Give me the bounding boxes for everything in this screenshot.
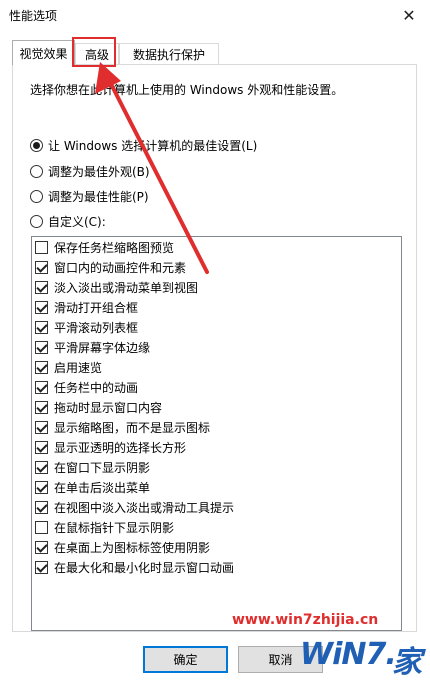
- checkbox[interactable]: [35, 420, 48, 434]
- checkbox[interactable]: [35, 240, 48, 254]
- tab-data-execution-prevention[interactable]: 数据执行保护: [119, 43, 219, 64]
- tab-label: 高级: [84, 47, 109, 62]
- radio-button[interactable]: [30, 164, 43, 178]
- option-label: 调整为最佳性能(P): [48, 189, 149, 204]
- item-label: 在窗口下显示阴影: [54, 460, 151, 475]
- checkbox[interactable]: [35, 340, 48, 354]
- radio-button[interactable]: [30, 189, 43, 203]
- item-label: 显示亚透明的选择长方形: [54, 440, 187, 455]
- checkbox[interactable]: [35, 300, 48, 314]
- checkbox[interactable]: [35, 500, 48, 514]
- option-best-performance[interactable]: 调整为最佳性能(P): [30, 187, 149, 205]
- logo-suffix: 家: [392, 645, 422, 680]
- list-item[interactable]: 平滑屏幕字体边缘: [35, 337, 150, 357]
- option-let-windows-choose[interactable]: 让 Windows 选择计算机的最佳设置(L): [30, 136, 257, 154]
- window-title: 性能选项: [9, 9, 58, 23]
- option-best-appearance[interactable]: 调整为最佳外观(B): [30, 162, 150, 180]
- watermark-url: www.win7zhijia.cn: [232, 612, 379, 628]
- tab-label: 数据执行保护: [132, 47, 205, 62]
- item-label: 淡入淡出或滑动菜单到视图: [54, 280, 199, 295]
- item-label: 在鼠标指针下显示阴影: [54, 520, 175, 535]
- checkbox[interactable]: [35, 440, 48, 454]
- list-item[interactable]: 在最大化和最小化时显示窗口动画: [35, 557, 234, 577]
- option-label: 调整为最佳外观(B): [48, 164, 150, 179]
- list-item[interactable]: 启用速览: [35, 357, 102, 377]
- checkbox[interactable]: [35, 260, 48, 274]
- title-bar: 性能选项 ✕: [0, 0, 430, 31]
- option-custom[interactable]: 自定义(C):: [30, 212, 106, 230]
- intro-text: 选择你想在此计算机上使用的 Windows 外观和性能设置。: [30, 83, 344, 97]
- item-label: 显示缩略图，而不是显示图标: [54, 420, 211, 435]
- item-label: 滑动打开组合框: [54, 300, 139, 315]
- list-item[interactable]: 在单击后淡出菜单: [35, 477, 150, 497]
- item-label: 窗口内的动画控件和元素: [54, 260, 187, 275]
- list-item[interactable]: 在鼠标指针下显示阴影: [35, 517, 174, 537]
- item-label: 在最大化和最小化时显示窗口动画: [54, 560, 235, 575]
- checkbox[interactable]: [35, 280, 48, 294]
- item-label: 启用速览: [54, 360, 103, 375]
- list-item[interactable]: 淡入淡出或滑动菜单到视图: [35, 277, 198, 297]
- radio-button[interactable]: [30, 214, 43, 228]
- item-label: 拖动时显示窗口内容: [54, 400, 163, 415]
- item-label: 任务栏中的动画: [54, 380, 139, 395]
- list-item[interactable]: 在视图中淡入淡出或滑动工具提示: [35, 497, 234, 517]
- checkbox[interactable]: [35, 400, 48, 414]
- list-item[interactable]: 平滑滚动列表框: [35, 317, 138, 337]
- close-icon: ✕: [402, 5, 416, 25]
- checkbox[interactable]: [35, 540, 48, 554]
- item-label: 在桌面上为图标标签使用阴影: [54, 540, 211, 555]
- close-button[interactable]: ✕: [388, 0, 430, 30]
- item-label: 平滑屏幕字体边缘: [54, 340, 151, 355]
- option-label: 自定义(C):: [48, 214, 106, 229]
- list-item[interactable]: 在桌面上为图标标签使用阴影: [35, 537, 210, 557]
- watermark-logo: WiN7. 家: [300, 631, 425, 683]
- list-item[interactable]: 窗口内的动画控件和元素: [35, 257, 186, 277]
- radio-button[interactable]: [30, 138, 43, 152]
- visual-effects-panel: 选择你想在此计算机上使用的 Windows 外观和性能设置。 让 Windows…: [12, 64, 417, 632]
- checkbox[interactable]: [35, 520, 48, 534]
- option-label: 让 Windows 选择计算机的最佳设置(L): [48, 138, 258, 153]
- checkbox[interactable]: [35, 560, 48, 574]
- list-item[interactable]: 拖动时显示窗口内容: [35, 397, 162, 417]
- item-label: 在视图中淡入淡出或滑动工具提示: [54, 500, 235, 515]
- item-label: 平滑滚动列表框: [54, 320, 139, 335]
- tab-advanced[interactable]: 高级: [75, 43, 119, 64]
- checkbox[interactable]: [35, 460, 48, 474]
- list-item[interactable]: 任务栏中的动画: [35, 377, 138, 397]
- list-item[interactable]: 显示缩略图，而不是显示图标: [35, 417, 210, 437]
- checkbox[interactable]: [35, 480, 48, 494]
- item-label: 保存任务栏缩略图预览: [54, 240, 175, 255]
- effects-list[interactable]: 保存任务栏缩略图预览 窗口内的动画控件和元素 淡入淡出或滑动菜单到视图 滑动打开…: [31, 236, 402, 631]
- logo-text: WiN7.: [300, 637, 397, 672]
- tab-visual-effects[interactable]: 视觉效果: [12, 40, 75, 65]
- checkbox[interactable]: [35, 360, 48, 374]
- ok-button[interactable]: 确定: [143, 646, 228, 673]
- list-item[interactable]: 滑动打开组合框: [35, 297, 138, 317]
- checkbox[interactable]: [35, 320, 48, 334]
- tab-label: 视觉效果: [19, 46, 68, 61]
- list-item[interactable]: 保存任务栏缩略图预览: [35, 237, 174, 257]
- list-item[interactable]: 显示亚透明的选择长方形: [35, 437, 186, 457]
- checkbox[interactable]: [35, 380, 48, 394]
- item-label: 在单击后淡出菜单: [54, 480, 151, 495]
- list-item[interactable]: 在窗口下显示阴影: [35, 457, 150, 477]
